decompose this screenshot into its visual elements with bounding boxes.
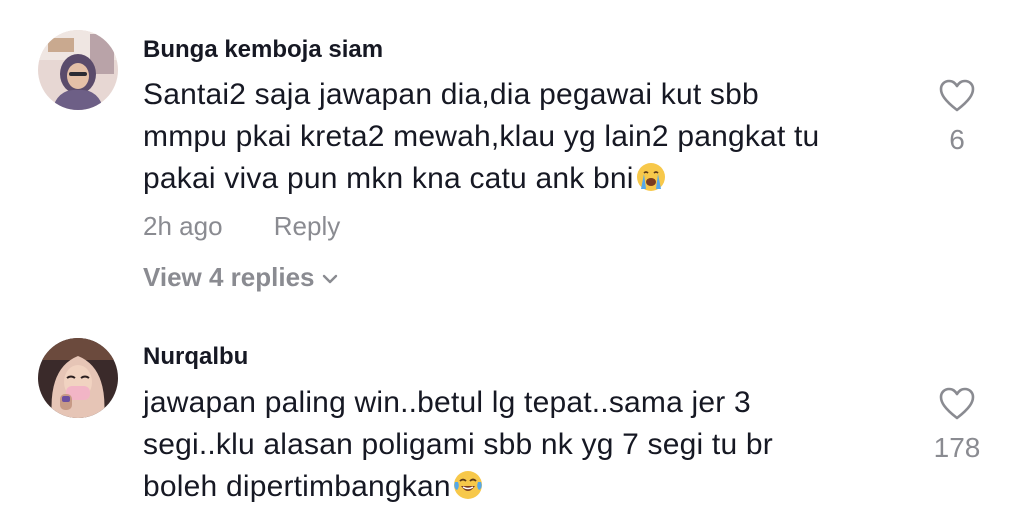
comment-text-line: pakai viva pun mkn kna catu ank bni (143, 158, 903, 200)
like-control: 178 (930, 386, 984, 464)
comment-item: Bunga kemboja siam Santai2 saja jawapan … (0, 0, 1028, 320)
chevron-down-icon (322, 274, 337, 284)
avatar-image (38, 338, 118, 418)
like-count: 178 (933, 432, 981, 463)
like-control: 6 (930, 78, 984, 156)
comment-item: Nurqalbu jawapan paling win..betul lg te… (0, 320, 1028, 510)
comment-text-fragment: pakai viva pun mkn kna catu ank bni (143, 162, 634, 195)
comment-username[interactable]: Bunga kemboja siam (143, 36, 383, 64)
comment-meta: 2h ago Reply (143, 211, 340, 242)
view-replies-label: View 4 replies (143, 262, 315, 292)
loudly-crying-face-icon (636, 163, 665, 191)
comment-text-line: Santai2 saja jawapan dia,dia pegawai kut… (143, 78, 759, 111)
comment-text-line: mmpu pkai kreta2 mewah,klau yg lain2 pan… (143, 120, 820, 153)
comment-text-line: jawapan paling win..betul lg tepat..sama… (143, 386, 751, 419)
avatar[interactable] (38, 338, 118, 418)
comment-text-line: boleh dipertimbangkan (143, 466, 903, 508)
view-replies-button[interactable]: View 4 replies (143, 262, 339, 293)
tears-of-joy-face-icon (453, 471, 482, 499)
comment-text-fragment: boleh dipertimbangkan (143, 470, 451, 503)
avatar-image (38, 30, 118, 110)
heart-icon[interactable] (938, 386, 976, 422)
comment-username[interactable]: Nurqalbu (143, 343, 248, 371)
comment-text: jawapan paling win..betul lg tepat..sama… (143, 382, 903, 508)
like-count: 6 (949, 124, 965, 155)
avatar[interactable] (38, 30, 118, 110)
comment-timestamp: 2h ago (143, 211, 223, 241)
comment-text: Santai2 saja jawapan dia,dia pegawai kut… (143, 74, 903, 200)
reply-button[interactable]: Reply (274, 211, 340, 241)
comment-text-line: segi..klu alasan poligami sbb nk yg 7 se… (143, 428, 773, 461)
heart-icon[interactable] (938, 78, 976, 114)
